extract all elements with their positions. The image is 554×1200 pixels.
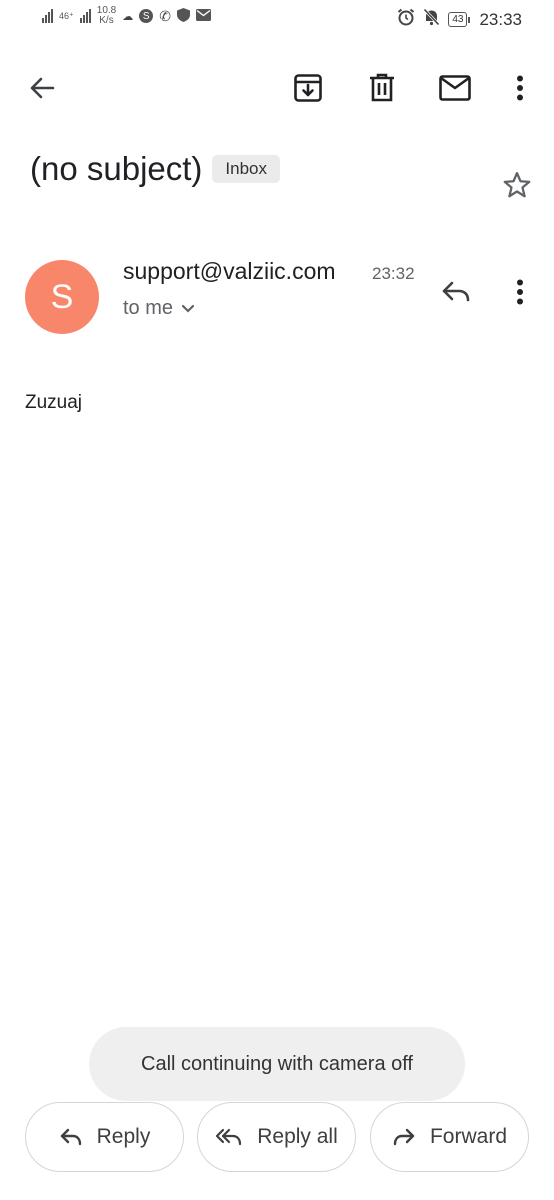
avatar[interactable]: S (25, 260, 99, 334)
forward-button[interactable]: Forward (370, 1102, 529, 1172)
forward-icon (393, 1128, 415, 1146)
reply-inline-button[interactable] (432, 270, 480, 314)
mute-icon (423, 8, 440, 31)
reply-icon (60, 1128, 81, 1146)
archive-button[interactable] (284, 64, 332, 112)
forward-label: Forward (429, 1125, 508, 1148)
reply-all-button[interactable]: Reply all (197, 1102, 356, 1172)
signal-2-icon (79, 9, 91, 23)
chevron-down-icon (181, 304, 195, 313)
status-right: 43 23:33 (397, 8, 522, 31)
reply-icon (442, 281, 470, 302)
recipient-details[interactable]: to me (123, 297, 195, 320)
message-time: 23:32 (372, 264, 415, 283)
subject-row: (no subject) Inbox (30, 150, 281, 188)
cloud-icon: ☁ (122, 10, 134, 23)
email-subject: (no subject) (30, 150, 203, 187)
reply-all-label: Reply all (257, 1125, 338, 1148)
more-vert-icon (517, 75, 523, 101)
back-button[interactable] (20, 64, 64, 112)
recipient-text: to me (123, 297, 174, 319)
bottom-actions: Reply Reply all Forward (25, 1102, 529, 1174)
reply-button[interactable]: Reply (25, 1102, 184, 1172)
top-app-bar (0, 60, 554, 116)
message-more-button[interactable] (500, 270, 540, 314)
reply-label: Reply (96, 1125, 151, 1148)
delete-icon (370, 73, 394, 102)
toast-message: Call continuing with camera off (89, 1027, 465, 1101)
mark-unread-button[interactable] (431, 64, 479, 112)
battery-icon: 43 (448, 12, 471, 27)
net-speed-unit: K/s (99, 15, 114, 26)
mail-status-icon (195, 8, 211, 24)
net-speed: 10.8 K/s (97, 6, 116, 26)
reply-all-icon (216, 1128, 242, 1146)
skype-icon: S (139, 9, 154, 23)
call-icon: ✆ (159, 7, 171, 24)
email-body: Zuzuaj (25, 392, 83, 413)
more-vert-icon (517, 279, 523, 305)
archive-icon (294, 74, 322, 102)
more-options-button[interactable] (500, 64, 540, 112)
mark-unread-icon (439, 75, 471, 101)
signal-icon (42, 9, 53, 23)
status-bar: 46⁺ 10.8 K/s ☁ S ✆ 43 23:33 (0, 0, 554, 40)
status-left: 46⁺ 10.8 K/s ☁ S ✆ (42, 6, 211, 26)
star-icon (503, 172, 531, 198)
delete-button[interactable] (358, 64, 406, 112)
shield-icon (176, 7, 190, 25)
sender-address[interactable]: support@valziic.com (123, 258, 336, 285)
label-chip[interactable]: Inbox (212, 155, 281, 183)
clock: 23:33 (479, 9, 522, 29)
network-type: 46⁺ (59, 11, 74, 21)
back-arrow-icon (30, 77, 55, 99)
star-button[interactable] (496, 164, 538, 206)
alarm-icon (397, 8, 415, 31)
